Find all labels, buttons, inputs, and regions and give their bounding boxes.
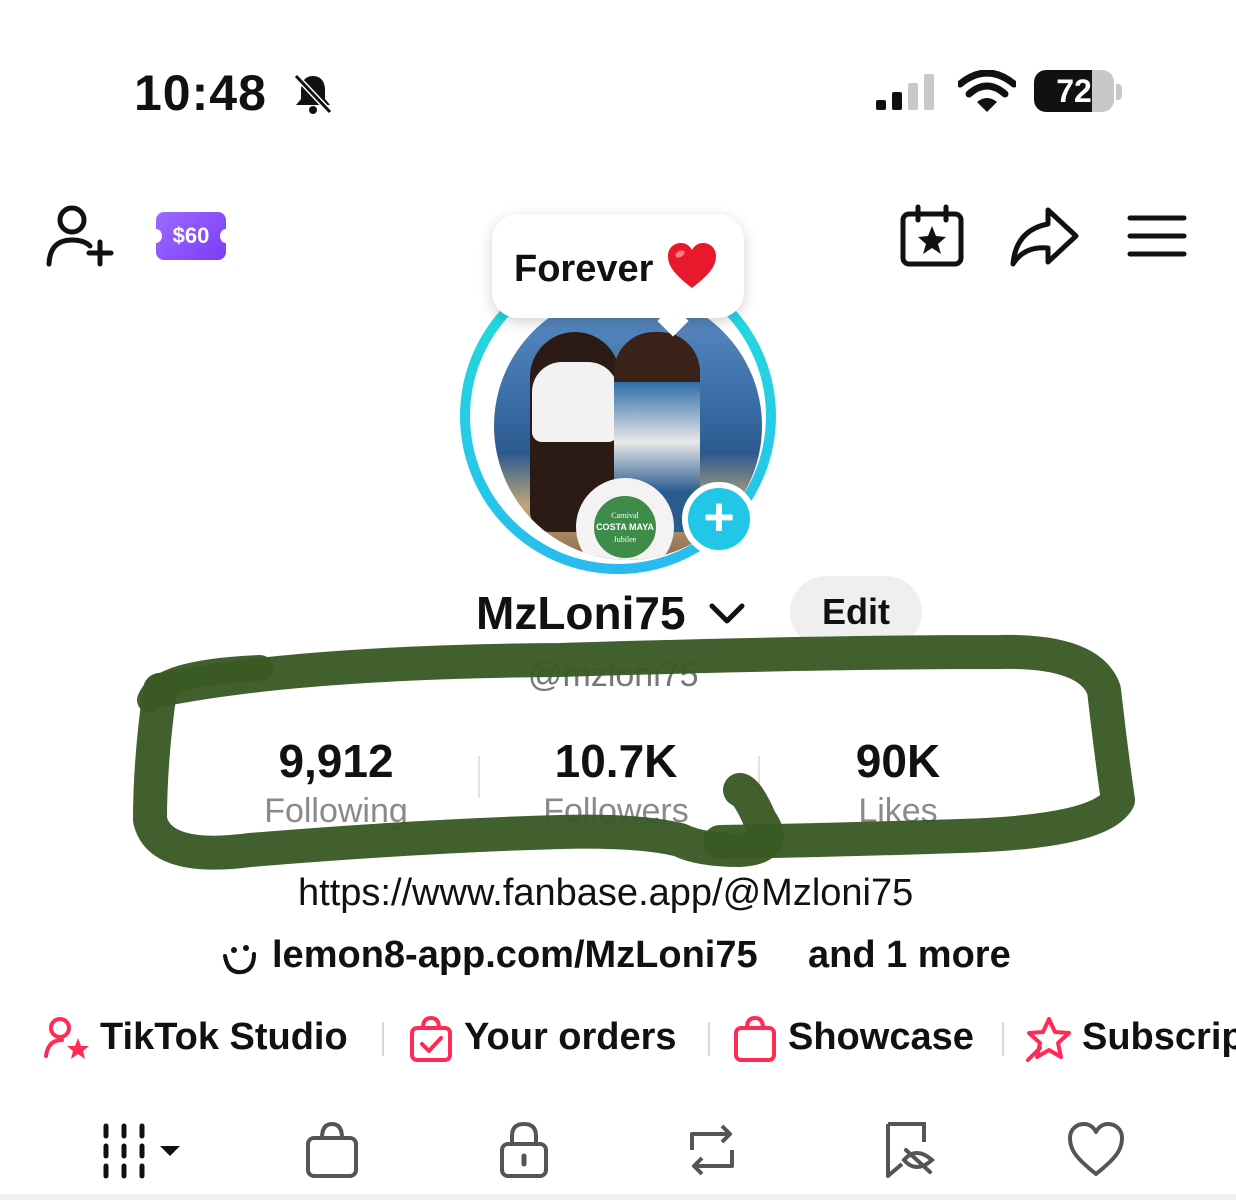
shortcut-divider	[708, 1022, 710, 1056]
calendar-star-icon[interactable]	[898, 204, 966, 268]
svg-text:COSTA MAYA: COSTA MAYA	[596, 522, 654, 532]
favorites-icon[interactable]	[880, 1120, 940, 1180]
add-friend-icon[interactable]	[44, 202, 116, 270]
tab-divider	[0, 1194, 1236, 1200]
following-label: Following	[264, 792, 408, 830]
subscription-star-icon	[1026, 1017, 1071, 1062]
add-story-plus-icon[interactable]: +	[682, 482, 756, 556]
shortcut-subscription[interactable]: Subscrip	[1026, 1012, 1236, 1068]
signal-icon	[876, 74, 934, 110]
stat-followers[interactable]: 10.7K Followers	[486, 734, 746, 831]
wifi-icon	[958, 70, 1016, 112]
status-time: 10:48	[134, 65, 267, 121]
likes-count: 90K	[855, 735, 941, 787]
shopping-bag-icon	[734, 1016, 776, 1062]
edit-profile-button[interactable]: Edit	[790, 576, 922, 648]
chevron-down-icon[interactable]	[708, 598, 746, 628]
stat-following[interactable]: 9,912 Following	[206, 734, 466, 831]
followers-label: Followers	[543, 792, 689, 830]
bell-muted-icon	[293, 73, 333, 115]
likes-label: Likes	[858, 792, 938, 830]
lock-icon[interactable]	[494, 1120, 554, 1180]
svg-text:Carnival: Carnival	[611, 511, 639, 520]
shortcut-tiktok-studio[interactable]: TikTok Studio	[44, 1012, 374, 1068]
person-star-icon	[44, 1017, 89, 1059]
order-bag-icon	[410, 1016, 452, 1062]
videos-grid-icon[interactable]	[100, 1120, 186, 1180]
shortcut-showcase[interactable]: Showcase	[732, 1012, 992, 1068]
stat-divider	[758, 756, 760, 798]
shop-bag-icon[interactable]	[302, 1120, 362, 1180]
username[interactable]: MzLoni75	[476, 586, 686, 640]
share-icon[interactable]	[1008, 204, 1080, 268]
red-heart-icon	[668, 243, 716, 288]
shortcut-divider	[382, 1022, 384, 1056]
shortcut-divider	[1002, 1022, 1004, 1056]
battery-level: 72	[1056, 73, 1092, 109]
shortcut-label: Your orders	[464, 1016, 677, 1058]
stat-likes[interactable]: 90K Likes	[768, 734, 1028, 831]
stat-divider	[478, 756, 480, 798]
more-links[interactable]: and 1 more	[808, 934, 1011, 977]
lemon8-smile-icon	[223, 945, 256, 975]
shortcut-label: Showcase	[788, 1016, 974, 1058]
followers-count: 10.7K	[554, 735, 678, 787]
following-count: 9,912	[278, 735, 394, 787]
menu-icon[interactable]	[1126, 212, 1188, 260]
shortcut-label: TikTok Studio	[100, 1016, 348, 1058]
liked-heart-icon[interactable]	[1066, 1120, 1126, 1180]
user-handle: @mzloni75	[528, 656, 699, 694]
shortcut-label: Subscrip	[1082, 1016, 1236, 1058]
battery-indicator: 72	[1034, 70, 1114, 112]
coupon-badge[interactable]: $60	[150, 212, 232, 260]
svg-text:Jubilee: Jubilee	[614, 535, 637, 544]
lemon8-link[interactable]: lemon8-app.com/MzLoni75	[272, 934, 758, 977]
bio-link[interactable]: https://www.fanbase.app/@Mzloni75	[298, 872, 913, 915]
status-bubble[interactable]: Forever	[492, 214, 744, 337]
shortcut-your-orders[interactable]: Your orders	[408, 1012, 698, 1068]
battery-cap	[1116, 84, 1122, 100]
status-text: Forever	[514, 248, 654, 290]
repost-icon[interactable]	[682, 1120, 742, 1180]
